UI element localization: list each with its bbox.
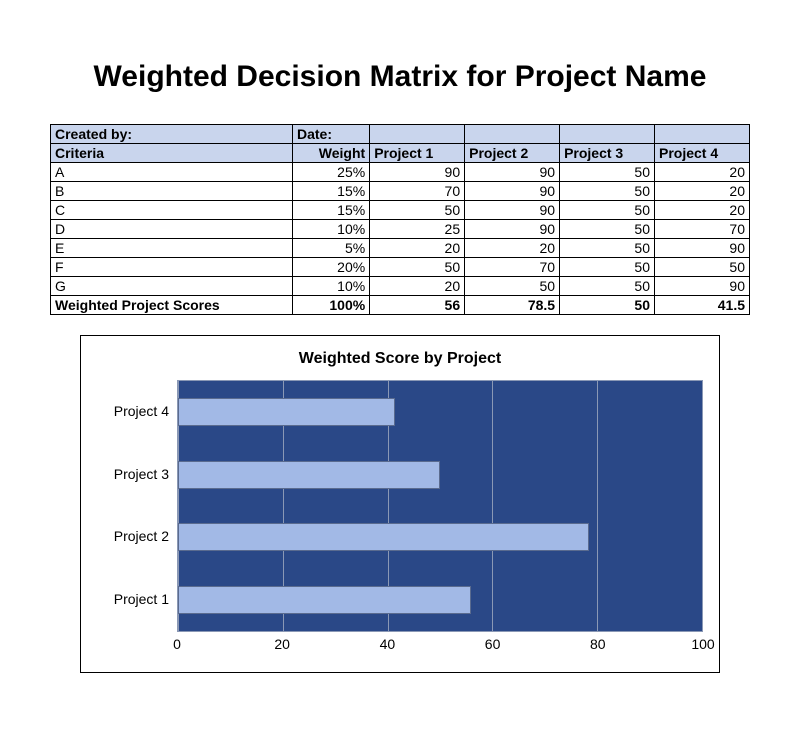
table-row: F20%50705050	[51, 258, 750, 277]
cell-p3: 50	[560, 239, 655, 258]
created-by-label: Created by:	[51, 125, 293, 144]
cell-weight: 15%	[293, 182, 370, 201]
chart-x-axis: 020406080100	[177, 632, 703, 656]
cell-p1: 50	[370, 258, 465, 277]
table-row: C15%50905020	[51, 201, 750, 220]
totals-p1: 56	[370, 296, 465, 315]
table-row: B15%70905020	[51, 182, 750, 201]
cell-p2: 20	[465, 239, 560, 258]
totals-weight: 100%	[293, 296, 370, 315]
cell-p2: 90	[465, 163, 560, 182]
chart-x-tick: 80	[590, 636, 606, 652]
col-weight: Weight	[293, 144, 370, 163]
cell-p1: 50	[370, 201, 465, 220]
cell-weight: 20%	[293, 258, 370, 277]
cell-criteria: D	[51, 220, 293, 239]
table-row: G10%20505090	[51, 277, 750, 296]
cell-p3: 50	[560, 220, 655, 239]
col-criteria: Criteria	[51, 144, 293, 163]
col-project-4: Project 4	[655, 144, 750, 163]
cell-p2: 90	[465, 201, 560, 220]
chart-container: Weighted Score by Project Project 4Proje…	[80, 335, 720, 673]
cell-p4: 20	[655, 201, 750, 220]
chart-x-tick: 60	[485, 636, 501, 652]
chart-x-tick: 100	[691, 636, 714, 652]
cell-criteria: F	[51, 258, 293, 277]
date-label: Date:	[293, 125, 370, 144]
totals-label: Weighted Project Scores	[51, 296, 293, 315]
header-row: Criteria Weight Project 1 Project 2 Proj…	[51, 144, 750, 163]
chart-y-label: Project 2	[114, 528, 169, 544]
cell-criteria: E	[51, 239, 293, 258]
chart-bar	[178, 398, 395, 426]
cell-criteria: B	[51, 182, 293, 201]
chart-x-tick: 20	[274, 636, 290, 652]
totals-p3: 50	[560, 296, 655, 315]
decision-matrix-table: Created by: Date: Criteria Weight Projec…	[50, 124, 750, 315]
cell-p1: 20	[370, 277, 465, 296]
chart-gridline	[702, 381, 703, 631]
col-project-3: Project 3	[560, 144, 655, 163]
cell-weight: 15%	[293, 201, 370, 220]
totals-row: Weighted Project Scores 100% 56 78.5 50 …	[51, 296, 750, 315]
cell-p2: 50	[465, 277, 560, 296]
page-title: Weighted Decision Matrix for Project Nam…	[50, 60, 750, 94]
cell-p4: 90	[655, 239, 750, 258]
cell-weight: 10%	[293, 277, 370, 296]
col-project-2: Project 2	[465, 144, 560, 163]
chart-bar	[178, 523, 589, 551]
table-row: E5%20205090	[51, 239, 750, 258]
cell-p1: 90	[370, 163, 465, 182]
cell-weight: 10%	[293, 220, 370, 239]
cell-p4: 50	[655, 258, 750, 277]
totals-p2: 78.5	[465, 296, 560, 315]
cell-p4: 90	[655, 277, 750, 296]
chart-bar	[178, 461, 440, 489]
cell-p1: 25	[370, 220, 465, 239]
cell-p3: 50	[560, 201, 655, 220]
cell-p4: 20	[655, 163, 750, 182]
cell-p1: 70	[370, 182, 465, 201]
chart-y-label: Project 3	[114, 466, 169, 482]
chart-y-label: Project 1	[114, 591, 169, 607]
totals-p4: 41.5	[655, 296, 750, 315]
cell-p3: 50	[560, 182, 655, 201]
cell-p2: 70	[465, 258, 560, 277]
chart-title: Weighted Score by Project	[97, 350, 703, 368]
cell-p2: 90	[465, 182, 560, 201]
cell-criteria: A	[51, 163, 293, 182]
table-row: D10%25905070	[51, 220, 750, 239]
chart-plot-area	[177, 380, 703, 632]
meta-row: Created by: Date:	[51, 125, 750, 144]
chart-gridline	[492, 381, 493, 631]
cell-weight: 5%	[293, 239, 370, 258]
chart-x-tick: 0	[173, 636, 181, 652]
cell-p2: 90	[465, 220, 560, 239]
cell-p1: 20	[370, 239, 465, 258]
cell-p3: 50	[560, 163, 655, 182]
chart-y-axis: Project 4 Project 3 Project 2 Project 1	[97, 380, 177, 630]
chart-bar	[178, 586, 471, 614]
cell-p3: 50	[560, 277, 655, 296]
table-row: A25%90905020	[51, 163, 750, 182]
cell-p4: 20	[655, 182, 750, 201]
cell-weight: 25%	[293, 163, 370, 182]
cell-p4: 70	[655, 220, 750, 239]
chart-x-tick: 40	[380, 636, 396, 652]
chart-gridline	[597, 381, 598, 631]
chart-y-label: Project 4	[114, 403, 169, 419]
cell-criteria: G	[51, 277, 293, 296]
cell-p3: 50	[560, 258, 655, 277]
cell-criteria: C	[51, 201, 293, 220]
col-project-1: Project 1	[370, 144, 465, 163]
